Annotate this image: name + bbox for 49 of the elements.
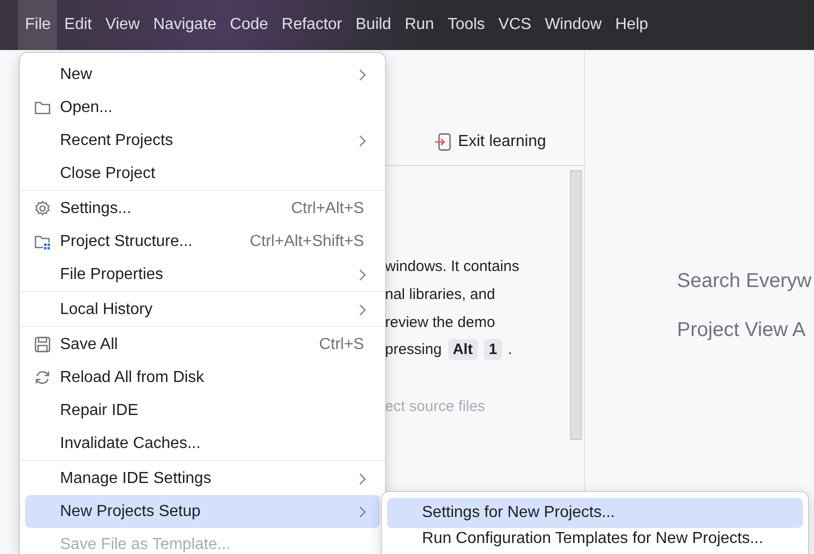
- menu-item[interactable]: Open...: [25, 91, 380, 124]
- menu-item[interactable]: Window: [538, 0, 608, 50]
- menu-item[interactable]: Local History: [25, 293, 380, 326]
- shortcut-text: Ctrl+S: [319, 336, 364, 354]
- menu-item[interactable]: Close Project: [25, 157, 380, 190]
- shortcut-hint: Project View A: [677, 318, 807, 343]
- menu-item[interactable]: VCS: [491, 0, 538, 50]
- menu-item[interactable]: Manage IDE Settings: [25, 462, 380, 495]
- shortcut-text: Ctrl+Alt+S: [291, 200, 364, 218]
- save-icon: [34, 336, 51, 353]
- settings-icon: [34, 200, 51, 217]
- body-text: .: [508, 341, 512, 358]
- key-badge: 1: [484, 339, 502, 360]
- menu-item[interactable]: Help: [608, 0, 654, 50]
- menu-item[interactable]: File Properties: [25, 258, 380, 291]
- menu-item[interactable]: Code: [222, 0, 274, 50]
- exit-learning-button[interactable]: Exit learning: [434, 133, 546, 151]
- key-badge: Alt: [448, 339, 478, 360]
- menu-item[interactable]: Navigate: [146, 0, 222, 50]
- body-text: windows. It contains: [385, 258, 520, 276]
- menu-item[interactable]: Recent Projects: [25, 124, 380, 157]
- menu-item[interactable]: Build: [348, 0, 398, 50]
- menu-item[interactable]: Refactor: [274, 0, 348, 50]
- reload-icon: [34, 369, 51, 386]
- menu-item[interactable]: Settings... Ctrl+Alt+S: [25, 192, 380, 225]
- menu-item[interactable]: File: [18, 0, 57, 50]
- folder-grid-icon: [34, 233, 51, 250]
- folder-icon: [34, 99, 51, 116]
- menu-item[interactable]: Invalidate Caches...: [25, 427, 380, 460]
- scrollbar[interactable]: [570, 170, 582, 440]
- menu-item[interactable]: Project Structure... Ctrl+Alt+Shift+S: [25, 225, 380, 258]
- exit-icon: [434, 133, 451, 151]
- menu-item[interactable]: View: [98, 0, 146, 50]
- menu-item[interactable]: Tools: [440, 0, 491, 50]
- shortcut-text: Ctrl+Alt+Shift+S: [250, 232, 364, 250]
- menu-item[interactable]: New Projects Setup: [25, 495, 380, 528]
- body-text: pressing: [385, 341, 442, 358]
- body-text: review the demo: [385, 314, 496, 331]
- menu-item[interactable]: Edit: [57, 0, 98, 50]
- menu-item[interactable]: New: [25, 58, 380, 91]
- shortcut-hint: Search Everyw: [677, 269, 812, 294]
- menu-item[interactable]: Repair IDE: [25, 394, 380, 427]
- menu-item[interactable]: Run: [398, 0, 440, 50]
- menu-item[interactable]: Settings for New Projects...: [387, 498, 803, 528]
- hint-text: ect source files: [385, 398, 486, 416]
- menu-item[interactable]: Reload All from Disk: [25, 361, 380, 394]
- body-text: nal libraries, and: [385, 286, 496, 304]
- menu-item[interactable]: Run Configuration Templates for New Projects...: [387, 528, 803, 552]
- menu-item[interactable]: Save All Ctrl+S: [25, 328, 380, 361]
